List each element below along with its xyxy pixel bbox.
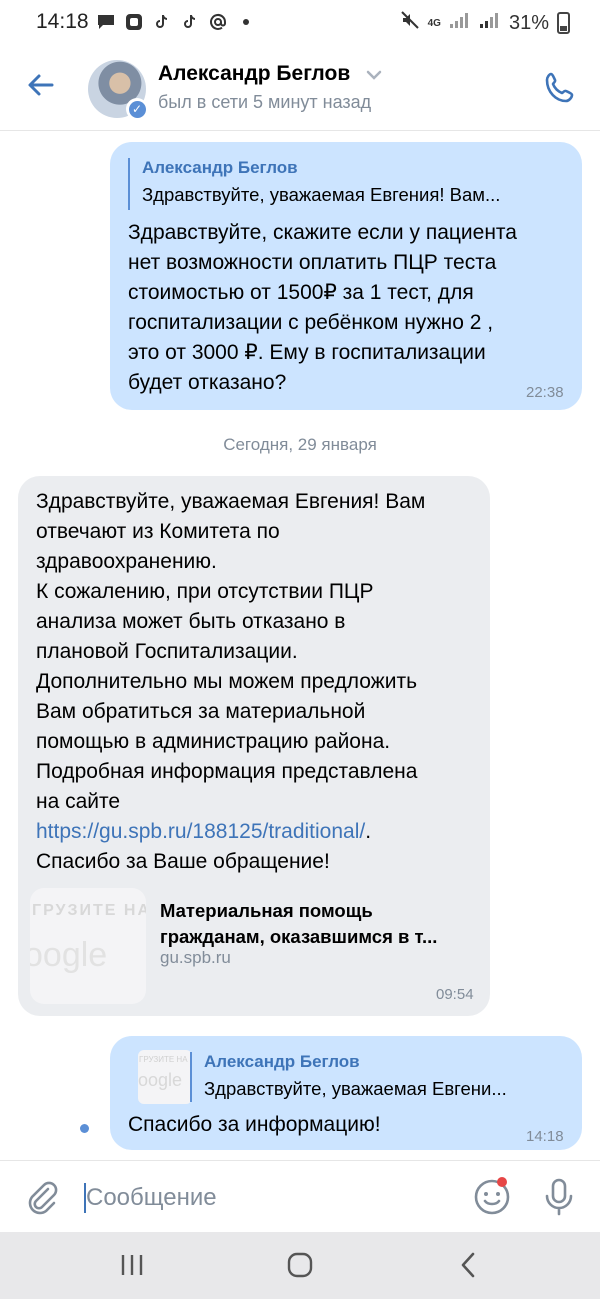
- unread-indicator: [80, 1124, 89, 1133]
- message-notification-icon: [96, 12, 116, 32]
- back-button[interactable]: [26, 70, 56, 100]
- message-line: это от 3000 ₽. Ему в госпитализации: [128, 341, 486, 364]
- nav-back-icon: [461, 1252, 475, 1278]
- notification-icons: [96, 12, 256, 32]
- status-bar: 14:18 4G 31%: [0, 0, 600, 48]
- phone-icon: [545, 72, 574, 103]
- signal-icon: [449, 11, 471, 35]
- microphone-icon: [545, 1178, 573, 1216]
- voice-message-button[interactable]: [542, 1177, 576, 1217]
- message-time: 09:54: [436, 986, 474, 1003]
- message-composer: [0, 1160, 600, 1233]
- recent-apps-icon: [121, 1255, 143, 1275]
- battery-percent: 31%: [508, 11, 549, 34]
- message-text: Спасибо за информацию!: [128, 1113, 381, 1136]
- reply-quote[interactable]: Александр Беглов Здравствуйте, уважаемая…: [128, 158, 582, 210]
- system-nav-bar: [0, 1232, 600, 1299]
- thumbnail-text: ГРУЗИТЕ НА: [32, 902, 146, 919]
- message-input[interactable]: [86, 1181, 456, 1215]
- message-line: Здравствуйте, скажите если у пациента: [128, 221, 517, 244]
- message-line: нет возможности оплатить ПЦР теста: [128, 251, 497, 274]
- message-line: Подробная информация представлена: [36, 760, 418, 783]
- link-preview-title[interactable]: Материальная помощь гражданам, оказавшим…: [160, 898, 470, 950]
- home-icon: [287, 1252, 313, 1278]
- message-text: Здравствуйте, скажите если у пациента не…: [128, 218, 578, 398]
- system-status: 4G 31%: [400, 10, 570, 36]
- message-line: будет отказано?: [128, 371, 287, 394]
- paperclip-icon: [28, 1181, 58, 1215]
- network-type: 4G: [427, 17, 441, 29]
- link-preview-domain: gu.spb.ru: [160, 948, 231, 967]
- message-line: на сайте: [36, 790, 121, 813]
- signal-icon: [479, 11, 501, 35]
- dot-icon: [236, 12, 256, 32]
- mute-icon: [400, 10, 420, 36]
- status-time: 14:18: [36, 10, 89, 33]
- message-line: отвечают из Комитета по: [36, 520, 280, 543]
- message-line: Спасибо за Ваше обращение!: [36, 850, 330, 873]
- message-text: Здравствуйте, уважаемая Евгения! Вам отв…: [36, 487, 486, 877]
- message-line: https://gu.spb.ru/188125/traditional/.: [36, 817, 486, 847]
- message-line: помощью в администрацию района.: [36, 730, 391, 753]
- reply-thumbnail: ГРУЗИТЕ НА oogle: [138, 1050, 192, 1104]
- home-button[interactable]: [280, 1248, 320, 1282]
- message-line: госпитализации с ребёнком нужно 2 ,: [128, 311, 494, 334]
- thumbnail-text: ГРУЗИТЕ НА: [139, 1055, 188, 1064]
- message-line: здравоохранению.: [36, 550, 217, 573]
- chevron-down-icon[interactable]: [366, 68, 382, 86]
- message-line: анализа может быть отказано в: [36, 610, 346, 633]
- message-line: стоимостью от 1500₽ за 1 тест, для: [128, 281, 474, 304]
- reply-text: Здравствуйте, уважаемая Евгени...: [204, 1078, 507, 1099]
- call-button[interactable]: [542, 70, 578, 106]
- contact-name[interactable]: Александр Беглов: [158, 62, 350, 86]
- battery-icon: [557, 12, 570, 34]
- thumbnail-text: oogle: [30, 936, 108, 974]
- message-time: 14:18: [526, 1128, 564, 1145]
- message-line: К сожалению, при отсутствии ПЦР: [36, 580, 374, 603]
- thumbnail-text: oogle: [138, 1070, 183, 1090]
- reply-quote[interactable]: Александр Беглов Здравствуйте, уважаемая…: [190, 1052, 576, 1102]
- reply-text: Здравствуйте, уважаемая Евгения! Вам...: [142, 184, 501, 205]
- message-time: 22:38: [526, 384, 564, 401]
- at-sign-icon: [208, 12, 228, 32]
- message-line: Дополнительно мы можем предложить: [36, 670, 418, 693]
- reply-author: Александр Беглов: [204, 1052, 360, 1071]
- link-suffix: .: [365, 820, 372, 843]
- message-line: Вам обратиться за материальной: [36, 700, 366, 723]
- emoji-badge: [497, 1177, 507, 1187]
- attach-button[interactable]: [24, 1179, 60, 1215]
- nav-back-button[interactable]: [448, 1248, 488, 1282]
- message-line: плановой Госпитализации.: [36, 640, 298, 663]
- last-seen-status: был в сети 5 минут назад: [158, 92, 372, 112]
- recent-apps-button[interactable]: [112, 1248, 152, 1282]
- message-link[interactable]: https://gu.spb.ru/188125/traditional/: [36, 820, 365, 843]
- chat-header: ✓ Александр Беглов был в сети 5 минут на…: [0, 48, 600, 131]
- tiktok-icon: [180, 12, 200, 32]
- link-preview-thumbnail[interactable]: ГРУЗИТЕ НА oogle: [30, 888, 146, 1004]
- tiktok-icon: [152, 12, 172, 32]
- message-line: Здравствуйте, уважаемая Евгения! Вам: [36, 490, 426, 513]
- app-notification-icon: [124, 12, 144, 32]
- reply-author: Александр Беглов: [142, 158, 298, 177]
- date-separator: Сегодня, 29 января: [223, 435, 377, 454]
- back-arrow-icon: [28, 74, 54, 96]
- verified-icon: ✓: [126, 98, 148, 120]
